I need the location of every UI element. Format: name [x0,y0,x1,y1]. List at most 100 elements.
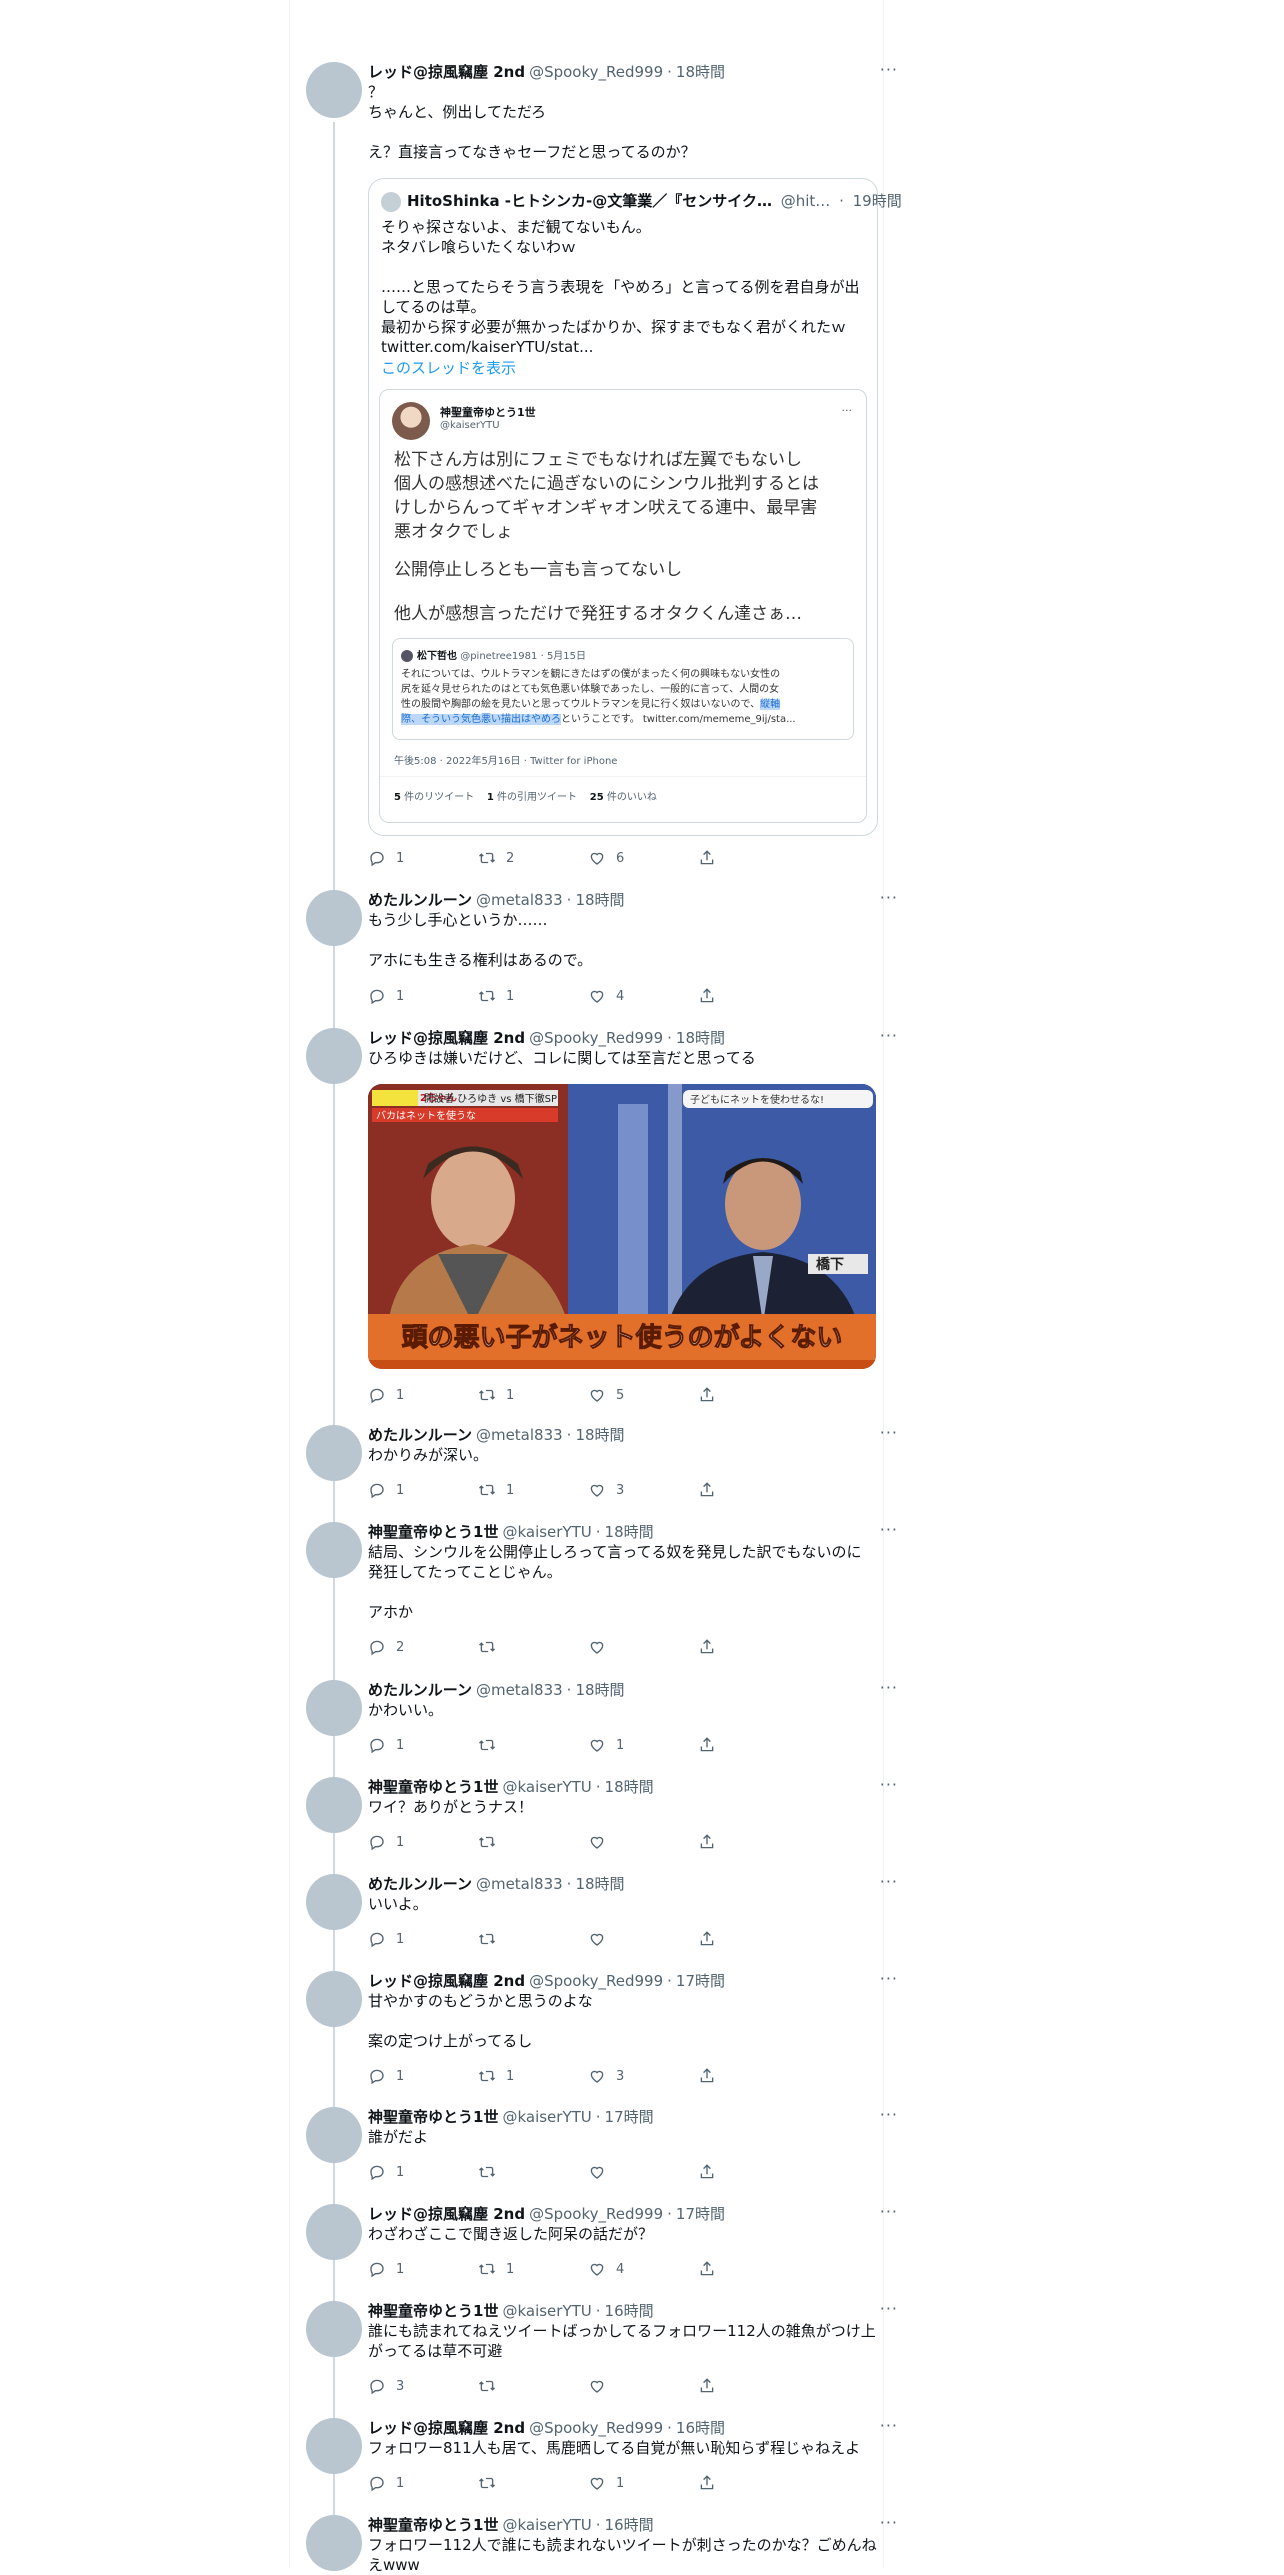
avatar[interactable] [306,1680,362,1736]
more-icon[interactable]: ··· [880,888,898,907]
timestamp[interactable]: 16時間 [605,2301,654,2321]
author-name[interactable]: レッド@掠風竊塵 2nd [368,62,525,82]
avatar[interactable] [306,2515,362,2571]
more-icon[interactable]: ··· [880,1969,898,1988]
like-button[interactable] [588,1832,698,1852]
timestamp[interactable]: 18時間 [575,1425,624,1445]
author-name[interactable]: めたルンルーン [368,890,472,910]
author-name[interactable]: 神聖童帝ゆとう1世 [368,1777,498,1797]
like-button[interactable]: 4 [588,2259,698,2279]
share-button[interactable] [698,1480,808,1500]
reply-button[interactable]: 1 [368,1832,478,1852]
more-icon[interactable]: ··· [880,1026,898,1045]
author-handle[interactable]: @metal833 [476,1425,563,1445]
author-handle[interactable]: @kaiserYTU [502,2107,591,2127]
share-button[interactable] [698,2376,808,2396]
like-button[interactable]: 3 [588,2066,698,2086]
timestamp[interactable]: 18時間 [676,1028,725,1048]
like-button[interactable] [588,1929,698,1949]
retweet-button[interactable]: 1 [478,2259,588,2279]
author-handle[interactable]: @Spooky_Red999 [529,2204,663,2224]
share-button[interactable] [698,1735,808,1755]
avatar[interactable] [306,1971,362,2027]
avatar[interactable] [306,62,362,118]
retweet-button[interactable]: 1 [478,1480,588,1500]
reply-button[interactable]: 1 [368,2259,478,2279]
more-icon[interactable]: ··· [880,2105,898,2124]
retweet-button[interactable] [478,1637,588,1657]
reply-button[interactable]: 1 [368,1735,478,1755]
timestamp[interactable]: 18時間 [676,62,725,82]
retweet-button[interactable]: 1 [478,1385,588,1405]
timestamp[interactable]: 18時間 [575,1874,624,1894]
timestamp[interactable]: 18時間 [605,1522,654,1542]
retweet-button[interactable]: 1 [478,2066,588,2086]
share-button[interactable] [698,848,808,868]
author-handle[interactable]: @kaiserYTU [502,1522,591,1542]
author-handle[interactable]: @metal833 [476,1680,563,1700]
more-icon[interactable]: ··· [880,2513,898,2532]
share-button[interactable] [698,2259,808,2279]
reply-button[interactable]: 3 [368,2376,478,2396]
author-name[interactable]: めたルンルーン [368,1874,472,1894]
author-handle[interactable]: @Spooky_Red999 [529,1971,663,1991]
share-button[interactable] [698,1832,808,1852]
reply-button[interactable]: 1 [368,2066,478,2086]
like-button[interactable]: 1 [588,1735,698,1755]
reply-button[interactable]: 1 [368,2473,478,2493]
share-button[interactable] [698,986,808,1006]
timestamp[interactable]: 18時間 [575,890,624,910]
share-button[interactable] [698,2066,808,2086]
retweet-button[interactable] [478,2376,588,2396]
avatar[interactable] [306,1028,362,1084]
author-handle[interactable]: @kaiserYTU [502,1777,591,1797]
reply-button[interactable]: 2 [368,1637,478,1657]
like-button[interactable]: 1 [588,2473,698,2493]
quoted-tweet[interactable]: HitoShinka -ヒトシンカ-@文筆業／『センサイク… @hit… · 1… [368,178,902,836]
retweet-button[interactable] [478,2162,588,2182]
reply-button[interactable]: 1 [368,986,478,1006]
avatar[interactable] [306,1874,362,1930]
retweet-button[interactable]: 2 [478,848,588,868]
more-icon[interactable]: ··· [880,2416,898,2435]
retweet-button[interactable]: 1 [478,986,588,1006]
author-name[interactable]: 神聖童帝ゆとう1世 [368,2515,498,2535]
share-button[interactable] [698,1385,808,1405]
timestamp[interactable]: 17時間 [676,2204,725,2224]
share-button[interactable] [698,2162,808,2182]
author-handle[interactable]: @metal833 [476,1874,563,1894]
more-icon[interactable]: ··· [880,2299,898,2318]
avatar[interactable] [306,2301,362,2357]
timestamp[interactable]: 16時間 [676,2418,725,2438]
author-handle[interactable]: @Spooky_Red999 [529,62,663,82]
author-handle[interactable]: @Spooky_Red999 [529,2418,663,2438]
share-button[interactable] [698,1637,808,1657]
like-button[interactable]: 5 [588,1385,698,1405]
author-handle[interactable]: @kaiserYTU [502,2515,591,2535]
avatar[interactable] [306,2204,362,2260]
like-button[interactable] [588,1637,698,1657]
like-button[interactable]: 6 [588,848,698,868]
like-button[interactable] [588,2376,698,2396]
share-button[interactable] [698,1929,808,1949]
author-name[interactable]: めたルンルーン [368,1425,472,1445]
like-button[interactable]: 3 [588,1480,698,1500]
more-icon[interactable]: ··· [880,1520,898,1539]
retweet-button[interactable] [478,1735,588,1755]
reply-button[interactable]: 1 [368,2162,478,2182]
avatar[interactable] [306,1522,362,1578]
author-name[interactable]: レッド@掠風竊塵 2nd [368,2204,525,2224]
author-name[interactable]: 神聖童帝ゆとう1世 [368,1522,498,1542]
more-icon[interactable]: ··· [880,60,898,79]
timestamp[interactable]: 18時間 [605,1777,654,1797]
more-icon[interactable]: ··· [880,1872,898,1891]
more-icon[interactable]: ··· [880,1678,898,1697]
timestamp[interactable]: 18時間 [575,1680,624,1700]
retweet-button[interactable] [478,1929,588,1949]
author-name[interactable]: レッド@掠風竊塵 2nd [368,1971,525,1991]
show-thread-link[interactable]: このスレッドを表示 [381,357,516,378]
author-handle[interactable]: @metal833 [476,890,563,910]
author-name[interactable]: 神聖童帝ゆとう1世 [368,2301,498,2321]
reply-button[interactable]: 1 [368,848,478,868]
tweet-image[interactable]: 2ちゃん 開設者 ひろゆき vs 橋下徹SP バカはネットを使うな 子どもにネッ… [368,1084,876,1369]
